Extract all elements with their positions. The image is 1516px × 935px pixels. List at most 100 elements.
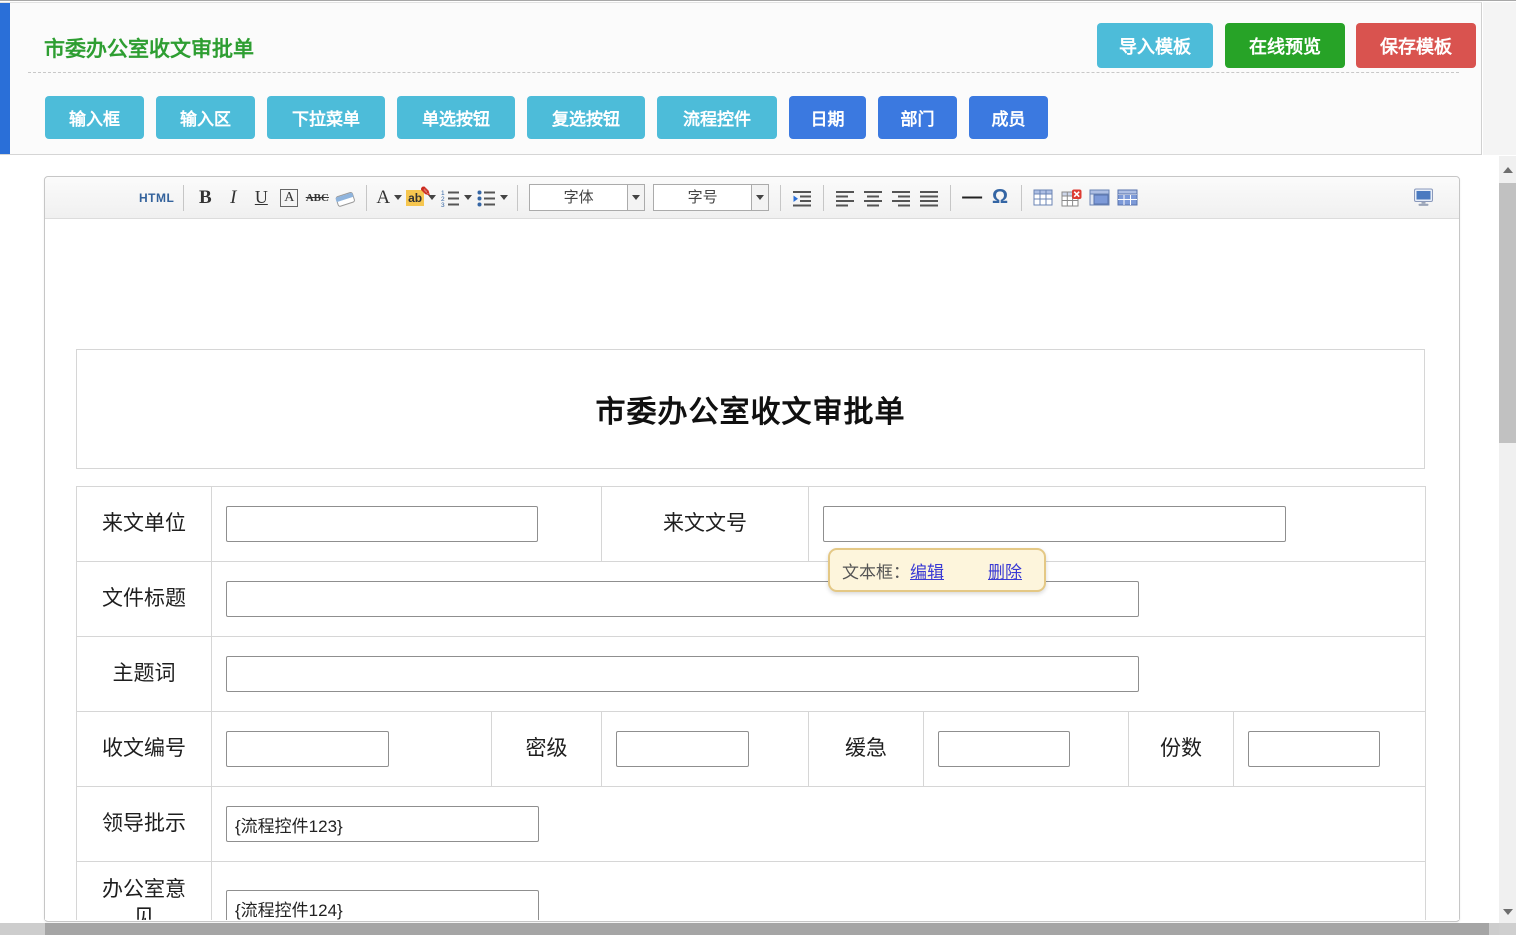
keywords-cell bbox=[212, 637, 1426, 712]
palette-radio-button[interactable]: 单选按钮 bbox=[397, 96, 515, 139]
tooltip-label: 文本框： bbox=[842, 558, 910, 583]
arrow-up-icon bbox=[1503, 167, 1513, 173]
palette-date-button[interactable]: 日期 bbox=[789, 96, 866, 139]
align-justify-icon bbox=[919, 189, 939, 207]
strikethrough-button[interactable]: ABC bbox=[305, 184, 329, 212]
header-divider bbox=[28, 72, 1459, 73]
align-left-button[interactable] bbox=[833, 184, 857, 212]
horizontal-scrollbar-thumb[interactable] bbox=[45, 923, 1489, 935]
form-title-box: 市委办公室收文审批单 bbox=[76, 349, 1425, 469]
indent-icon bbox=[792, 189, 812, 207]
table-row: 收文编号 密级 缓急 份数 bbox=[77, 712, 1426, 787]
leader-comment-input[interactable] bbox=[226, 806, 539, 842]
save-template-button[interactable]: 保存模板 bbox=[1356, 23, 1476, 68]
office-opinion-input[interactable] bbox=[226, 890, 539, 920]
palette-textarea-button[interactable]: 输入区 bbox=[156, 96, 255, 139]
vertical-scrollbar[interactable] bbox=[1499, 156, 1516, 923]
html-source-button[interactable]: HTML bbox=[139, 184, 174, 212]
ordered-list-button[interactable]: 1 2 3 bbox=[440, 184, 472, 212]
font-color-button[interactable]: A bbox=[376, 184, 402, 212]
font-size-select[interactable]: 字号 bbox=[653, 184, 769, 211]
italic-button[interactable]: I bbox=[221, 184, 245, 212]
secrecy-label: 密级 bbox=[492, 712, 602, 787]
keywords-input[interactable] bbox=[226, 656, 1139, 692]
remove-format-button[interactable] bbox=[333, 184, 357, 212]
toolbar-separator bbox=[1021, 185, 1022, 211]
underline-button[interactable]: U bbox=[249, 184, 273, 212]
caret-down-icon bbox=[464, 195, 472, 200]
table-row: 文件标题 bbox=[77, 562, 1426, 637]
char-border-button[interactable]: A bbox=[277, 184, 301, 212]
palette-checkbox-button[interactable]: 复选按钮 bbox=[527, 96, 645, 139]
fullscreen-button[interactable] bbox=[1411, 184, 1435, 212]
palette-dropdown-button[interactable]: 下拉菜单 bbox=[267, 96, 385, 139]
field-tooltip: 文本框： 编辑 删除 bbox=[828, 548, 1046, 592]
doc-title-label: 文件标题 bbox=[77, 562, 212, 637]
receipt-number-label: 收文编号 bbox=[77, 712, 212, 787]
table-row: 来文单位 来文文号 bbox=[77, 487, 1426, 562]
palette-input-box-button[interactable]: 输入框 bbox=[45, 96, 144, 139]
header-panel: 市委办公室收文审批单 导入模板 在线预览 保存模板 输入框 输入区 下拉菜单 单… bbox=[0, 2, 1482, 155]
urgency-label: 缓急 bbox=[809, 712, 924, 787]
caret-down-icon bbox=[756, 195, 764, 200]
receipt-number-input[interactable] bbox=[226, 731, 389, 767]
toolbar-separator bbox=[780, 185, 781, 211]
urgency-input[interactable] bbox=[938, 731, 1070, 767]
copies-input[interactable] bbox=[1248, 731, 1380, 767]
delete-table-button[interactable] bbox=[1059, 184, 1083, 212]
font-family-select[interactable]: 字体 bbox=[529, 184, 645, 211]
char-border-icon: A bbox=[280, 189, 298, 207]
copies-cell bbox=[1234, 712, 1426, 787]
unordered-list-button[interactable] bbox=[476, 184, 508, 212]
align-center-button[interactable] bbox=[861, 184, 885, 212]
vertical-scrollbar-thumb[interactable] bbox=[1499, 183, 1516, 443]
leader-comment-label: 领导批示 bbox=[77, 787, 212, 862]
eraser-icon bbox=[334, 188, 357, 208]
svg-text:3: 3 bbox=[441, 202, 445, 207]
horizontal-scrollbar[interactable] bbox=[0, 923, 1499, 935]
online-preview-button[interactable]: 在线预览 bbox=[1225, 23, 1345, 68]
scroll-down-button[interactable] bbox=[1499, 903, 1516, 920]
import-template-button[interactable]: 导入模板 bbox=[1097, 23, 1213, 68]
horizontal-rule-button[interactable]: — bbox=[960, 184, 984, 212]
edit-link[interactable]: 编辑 bbox=[910, 558, 944, 583]
receipt-number-cell bbox=[212, 712, 492, 787]
font-family-label: 字体 bbox=[530, 185, 627, 210]
font-size-label: 字号 bbox=[654, 185, 751, 210]
header-panel-corner bbox=[1483, 2, 1516, 155]
bold-button[interactable]: B bbox=[193, 184, 217, 212]
align-right-button[interactable] bbox=[889, 184, 913, 212]
leader-comment-cell bbox=[212, 787, 1426, 862]
caret-down-icon bbox=[632, 195, 640, 200]
table-properties-icon bbox=[1089, 189, 1110, 206]
page-title: 市委办公室收文审批单 bbox=[44, 33, 254, 63]
richtext-editor: HTML B I U A ABC A ab✎ 1 2 bbox=[44, 176, 1460, 922]
table-properties-button[interactable] bbox=[1087, 184, 1111, 212]
scroll-up-button[interactable] bbox=[1499, 161, 1516, 178]
form-title: 市委办公室收文审批单 bbox=[596, 387, 906, 431]
caret-down-icon bbox=[394, 195, 402, 200]
special-character-button[interactable]: Ω bbox=[988, 184, 1012, 212]
editor-content[interactable]: 市委办公室收文审批单 来文单位 来文文号 文件标题 bbox=[45, 219, 1459, 920]
indent-button[interactable] bbox=[790, 184, 814, 212]
delete-link[interactable]: 删除 bbox=[988, 558, 1022, 583]
keywords-label: 主题词 bbox=[77, 637, 212, 712]
scrollbar-corner bbox=[1499, 923, 1516, 935]
caret-down-icon bbox=[500, 195, 508, 200]
palette-flow-control-button[interactable]: 流程控件 bbox=[657, 96, 777, 139]
doc-title-cell bbox=[212, 562, 1426, 637]
palette-member-button[interactable]: 成员 bbox=[969, 96, 1048, 139]
doc-number-input[interactable] bbox=[823, 506, 1286, 542]
toolbar-separator bbox=[183, 185, 184, 211]
copies-label: 份数 bbox=[1129, 712, 1234, 787]
cell-properties-button[interactable] bbox=[1115, 184, 1139, 212]
insert-table-button[interactable] bbox=[1031, 184, 1055, 212]
select-arrow[interactable] bbox=[627, 185, 644, 210]
highlight-color-button[interactable]: ab✎ bbox=[406, 184, 436, 212]
secrecy-input[interactable] bbox=[616, 731, 749, 767]
table-row: 领导批示 bbox=[77, 787, 1426, 862]
align-justify-button[interactable] bbox=[917, 184, 941, 212]
source-unit-input[interactable] bbox=[226, 506, 538, 542]
palette-department-button[interactable]: 部门 bbox=[878, 96, 957, 139]
select-arrow[interactable] bbox=[751, 185, 768, 210]
